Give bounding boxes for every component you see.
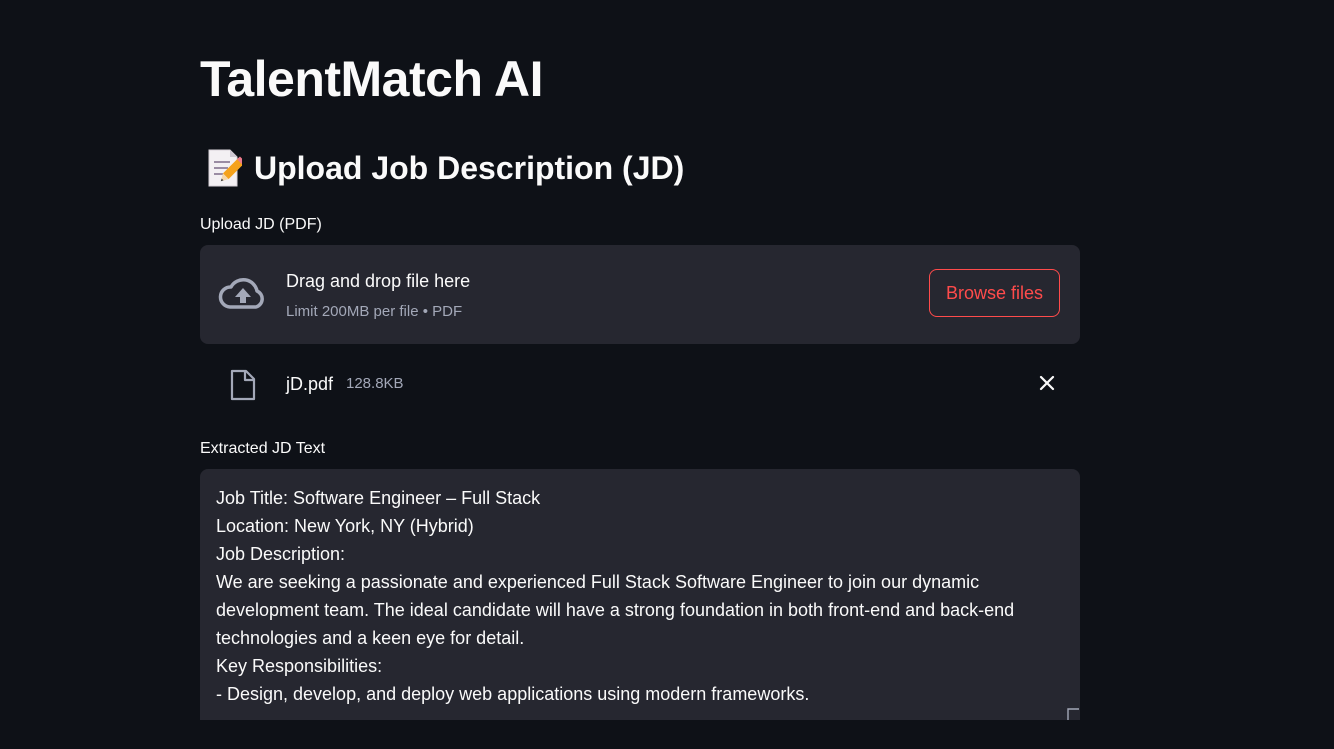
- file-name: jD.pdf: [286, 374, 334, 394]
- close-icon: [1039, 375, 1055, 391]
- cloud-upload-icon: [218, 278, 264, 309]
- extracted-text-area[interactable]: Job Title: Software Engineer – Full Stac…: [200, 469, 1080, 720]
- dropzone-main-text: Drag and drop file here: [286, 271, 471, 291]
- uploaded-file-row: jD.pdf 128.8KB: [200, 360, 1080, 408]
- resize-handle-icon[interactable]: [1067, 708, 1079, 720]
- file-icon: [230, 369, 256, 401]
- dropzone-limit-text: Limit 200MB per file • PDF: [286, 303, 463, 320]
- extracted-text-label: Extracted JD Text: [200, 440, 326, 457]
- app-title: TalentMatch AI: [200, 51, 544, 107]
- memo-icon: [208, 149, 242, 187]
- file-size: 128.8KB: [346, 375, 404, 392]
- uploader-label: Upload JD (PDF): [200, 216, 322, 233]
- browse-files-button[interactable]: Browse files: [929, 269, 1060, 317]
- section-title: Upload Job Description (JD): [254, 150, 685, 186]
- dropzone-instructions: Drag and drop file here Limit 200MB per …: [286, 269, 470, 322]
- remove-file-button[interactable]: [1034, 370, 1060, 396]
- upload-section-header: Upload Job Description (JD): [206, 146, 684, 190]
- extracted-text-content: Job Title: Software Engineer – Full Stac…: [216, 488, 1015, 704]
- file-dropzone[interactable]: Drag and drop file here Limit 200MB per …: [200, 245, 1080, 344]
